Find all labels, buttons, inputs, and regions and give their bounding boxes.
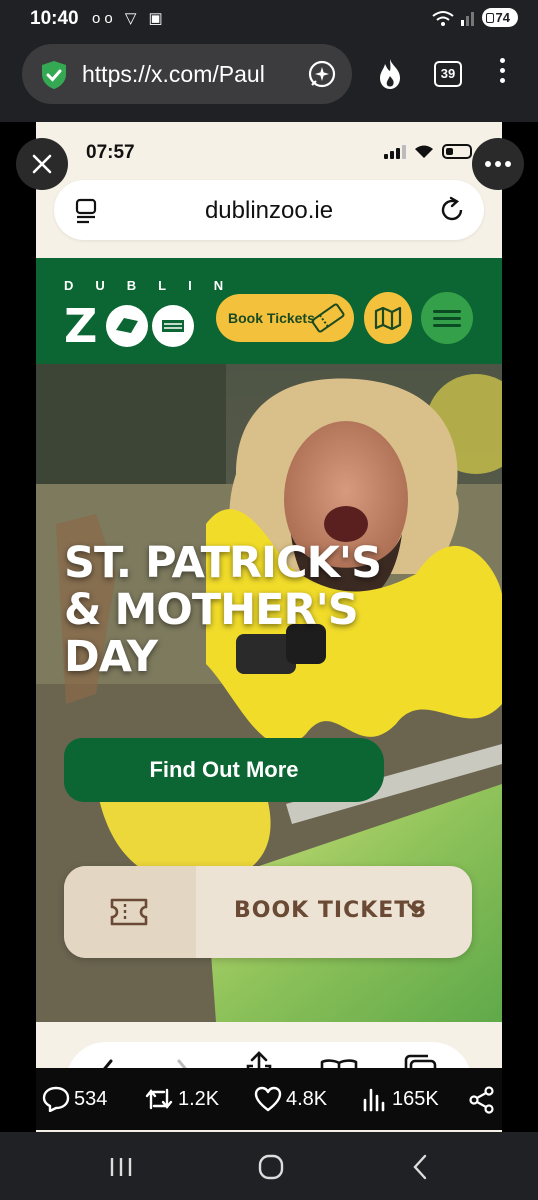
header-book-tickets-button[interactable]: Book Tickets xyxy=(216,294,354,342)
map-icon xyxy=(374,306,402,331)
more-horizontal-icon xyxy=(485,161,511,167)
ticket-icon xyxy=(311,303,345,333)
heart-icon xyxy=(254,1086,282,1112)
map-button[interactable] xyxy=(364,292,412,344)
find-out-more-button[interactable]: Find Out More xyxy=(64,738,384,802)
repost-count: 1.2K xyxy=(178,1087,220,1110)
url-text[interactable]: https://x.com/Paul xyxy=(82,61,312,88)
dublin-zoo-logo[interactable]: Z xyxy=(64,298,200,348)
hero-banner: ST. PATRICK'S & MOTHER'S DAY Find Out Mo… xyxy=(36,364,502,1022)
views-icon xyxy=(363,1088,385,1112)
android-status-bar: 10:40 ᴏᴏ ▽ ▣ 74 xyxy=(0,0,538,36)
like-button[interactable]: 4.8K xyxy=(254,1086,327,1112)
share-icon[interactable] xyxy=(468,1086,496,1114)
close-media-button[interactable] xyxy=(16,138,68,190)
repost-button[interactable]: 1.2K xyxy=(144,1086,219,1112)
repost-icon xyxy=(145,1088,173,1110)
site-header: DUBLIN Z Book Tickets xyxy=(36,258,502,378)
ticket-icon xyxy=(110,898,148,926)
back-icon[interactable] xyxy=(410,1154,430,1180)
signal-icon xyxy=(460,11,474,26)
post-engagement-bar: 534 1.2K 4.8K 165K xyxy=(36,1068,502,1130)
chevron-down-icon xyxy=(407,903,425,915)
menu-button[interactable] xyxy=(421,292,473,344)
home-icon[interactable] xyxy=(258,1154,284,1180)
phone-status-icons xyxy=(384,144,472,159)
svg-text:Z: Z xyxy=(64,299,96,348)
wifi-icon xyxy=(431,10,454,26)
like-count: 4.8K xyxy=(286,1087,328,1110)
phone-domain[interactable]: dublinzoo.ie xyxy=(54,197,484,225)
logo-dublin-text: DUBLIN xyxy=(64,278,246,293)
header-book-tickets-label: Book Tickets xyxy=(228,310,315,326)
hero-title: ST. PATRICK'S & MOTHER'S DAY xyxy=(64,538,382,682)
fire-icon[interactable] xyxy=(376,58,404,90)
address-bar[interactable]: https://x.com/Paul xyxy=(22,44,352,104)
reply-count: 534 xyxy=(74,1087,108,1110)
recents-icon[interactable] xyxy=(108,1156,134,1178)
browser-toolbar: https://x.com/Paul 39 xyxy=(0,36,538,122)
reply-button[interactable]: 534 xyxy=(42,1086,107,1112)
notification-icons: ᴏᴏ ▽ ▣ xyxy=(92,10,167,27)
shield-check-icon xyxy=(42,61,66,89)
phone-time: 07:57 xyxy=(86,142,135,163)
views-count: 165K xyxy=(392,1087,439,1110)
more-menu-icon[interactable] xyxy=(500,58,506,88)
battery-icon xyxy=(442,144,472,159)
views-button[interactable]: 165K xyxy=(362,1086,439,1112)
reply-icon xyxy=(42,1086,70,1112)
wifi-icon xyxy=(415,145,433,158)
embedded-screenshot: 07:57 dublinzoo.ie DUBLIN Z Book Tickets xyxy=(36,122,502,1132)
close-icon xyxy=(32,154,52,174)
status-icons: 74 xyxy=(431,8,518,27)
booking-icon-cell xyxy=(64,866,196,958)
book-tickets-label: BOOK TICKETS xyxy=(234,898,428,923)
media-more-button[interactable] xyxy=(472,138,524,190)
signal-icon xyxy=(384,144,406,159)
phone-address-bar[interactable]: dublinzoo.ie xyxy=(54,180,484,240)
tab-switcher-button[interactable]: 39 xyxy=(434,61,462,87)
android-navigation-bar xyxy=(0,1132,538,1200)
battery-indicator: 74 xyxy=(481,8,518,27)
reload-icon[interactable] xyxy=(440,196,466,224)
status-time: 10:40 xyxy=(30,8,79,29)
assistant-icon[interactable] xyxy=(308,60,336,88)
booking-panel[interactable]: BOOK TICKETS xyxy=(64,866,472,958)
